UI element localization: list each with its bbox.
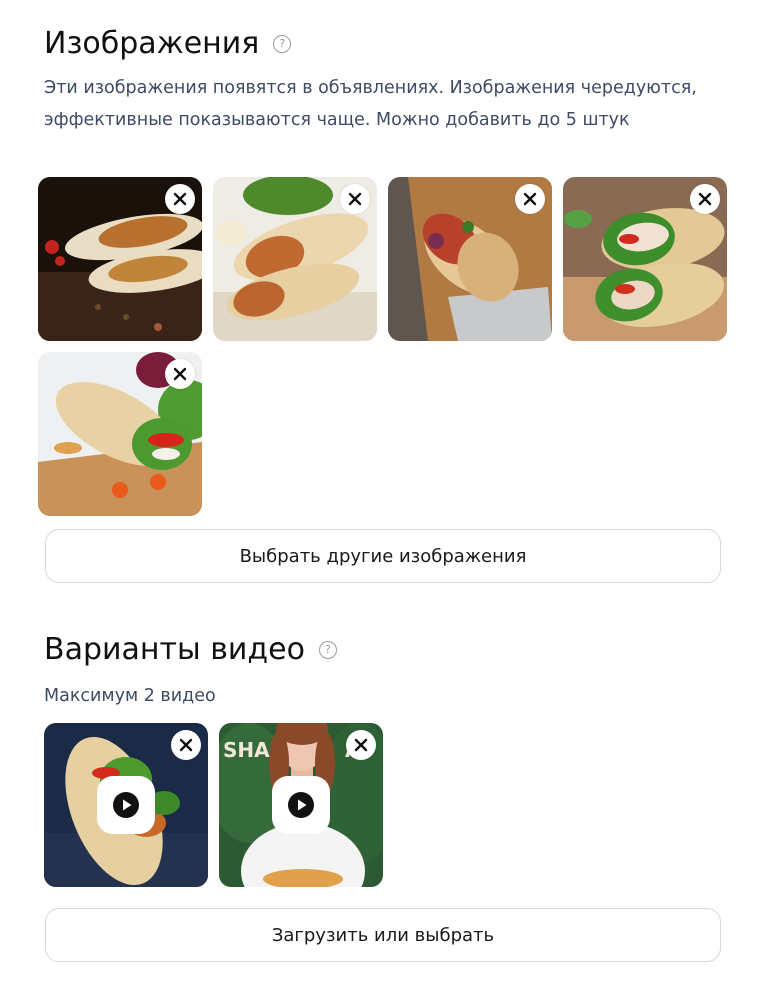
close-icon	[348, 192, 362, 206]
question-circle-icon[interactable]: ?	[318, 640, 337, 659]
close-icon	[179, 738, 193, 752]
close-icon	[698, 192, 712, 206]
remove-video-button[interactable]	[346, 730, 376, 760]
play-video-button[interactable]	[97, 776, 155, 834]
remove-image-button[interactable]	[690, 184, 720, 214]
remove-image-button[interactable]	[340, 184, 370, 214]
image-tile[interactable]	[563, 177, 727, 341]
remove-image-button[interactable]	[165, 184, 195, 214]
images-section-title: Изображения ?	[44, 26, 292, 61]
ad-media-settings: Изображения ? Эти изображения появятся в…	[0, 0, 766, 1000]
video-section-title: Варианты видео ?	[44, 632, 337, 667]
remove-image-button[interactable]	[515, 184, 545, 214]
close-icon	[523, 192, 537, 206]
remove-video-button[interactable]	[171, 730, 201, 760]
close-icon	[173, 367, 187, 381]
image-tile[interactable]	[38, 352, 202, 516]
remove-image-button[interactable]	[165, 359, 195, 389]
video-title-text: Варианты видео	[44, 632, 305, 667]
video-description: Максимум 2 видео	[44, 686, 216, 706]
image-tile[interactable]	[38, 177, 202, 341]
play-icon	[288, 792, 314, 818]
images-title-text: Изображения	[44, 26, 260, 61]
image-tile[interactable]	[388, 177, 552, 341]
images-description: Эти изображения появятся в объявлениях. …	[44, 78, 697, 130]
close-icon	[354, 738, 368, 752]
upload-or-select-button[interactable]: Загрузить или выбрать	[45, 908, 721, 962]
video-tile[interactable]: SHA A	[219, 723, 383, 887]
close-icon	[173, 192, 187, 206]
choose-other-images-button[interactable]: Выбрать другие изображения	[45, 529, 721, 583]
play-icon	[113, 792, 139, 818]
svg-text:SHA: SHA	[223, 738, 270, 762]
video-tile[interactable]	[44, 723, 208, 887]
play-video-button[interactable]	[272, 776, 330, 834]
image-tile[interactable]	[213, 177, 377, 341]
question-circle-icon[interactable]: ?	[273, 34, 292, 53]
